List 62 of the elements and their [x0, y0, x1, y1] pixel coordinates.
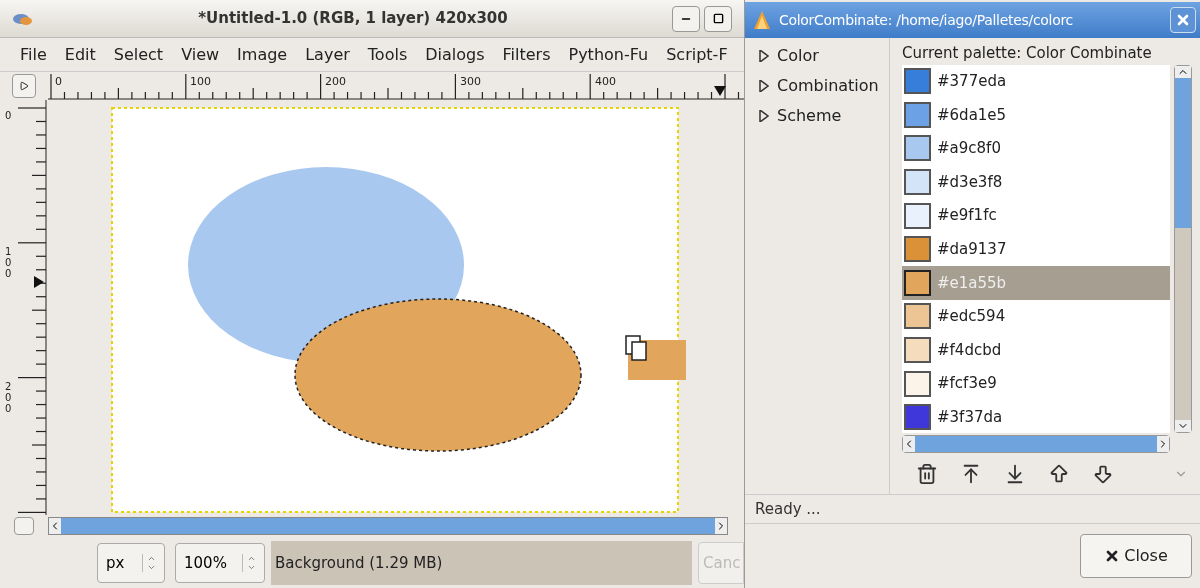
- menu-item[interactable]: View: [181, 42, 220, 67]
- unit-select[interactable]: px: [97, 543, 165, 583]
- maximize-icon[interactable]: [712, 13, 724, 24]
- swatch-row[interactable]: #6da1e5: [902, 98, 1170, 132]
- menu-item[interactable]: Layer: [305, 42, 350, 67]
- menu-item[interactable]: Image: [237, 42, 288, 67]
- palette-label: Current palette: Color Combinate: [902, 43, 1153, 64]
- navigate-button[interactable]: [12, 74, 36, 98]
- swatch-row[interactable]: #a9c8f0: [902, 131, 1170, 166]
- close-button[interactable]: [1170, 7, 1196, 33]
- menu-item[interactable]: Script-F: [666, 42, 728, 67]
- menu-item[interactable]: Python-Fu: [568, 42, 649, 67]
- ruler-marker-icon: [34, 276, 44, 288]
- spin-arrows-icon[interactable]: [142, 554, 156, 572]
- horizontal-scrollbar[interactable]: [902, 434, 1170, 454]
- swatch-row[interactable]: #e9f1fc: [902, 198, 1170, 233]
- collapsed-arrow-icon[interactable]: [759, 110, 769, 122]
- swatch-row[interactable]: #fcf3e9: [902, 366, 1170, 401]
- swatch-row[interactable]: #377eda: [902, 64, 1170, 99]
- tree-item[interactable]: Scheme: [759, 104, 889, 128]
- zoom-select[interactable]: 100%: [175, 543, 265, 583]
- window-title: *Untitled-1.0 (RGB, 1 layer) 420x300: [197, 8, 509, 30]
- delete-icon[interactable]: [916, 462, 938, 485]
- tree-item[interactable]: Color: [759, 44, 889, 68]
- menu-item[interactable]: Tools: [367, 42, 408, 67]
- ruler-label: 100: [190, 74, 211, 90]
- play-icon[interactable]: [19, 81, 29, 91]
- collapsed-arrow-icon[interactable]: [759, 80, 769, 92]
- menu-item[interactable]: Edit: [64, 42, 96, 67]
- tree-item[interactable]: Combination: [759, 74, 889, 98]
- spin-arrows-icon[interactable]: [242, 554, 256, 572]
- close-icon[interactable]: [1175, 12, 1191, 28]
- copy-cursor-icon: [625, 335, 647, 361]
- swatch-row[interactable]: #edc594: [902, 299, 1170, 334]
- swatch-row[interactable]: #3f37da: [902, 400, 1170, 433]
- close-button[interactable]: Close: [1080, 534, 1192, 578]
- minimize-button[interactable]: [672, 5, 700, 32]
- maximize-button[interactable]: [704, 5, 732, 32]
- swatch-row[interactable]: #d3e3f8: [902, 165, 1170, 199]
- quick-mask-toggle[interactable]: [14, 517, 34, 535]
- menu-item[interactable]: Filters: [502, 42, 551, 67]
- status-text: Ready ...: [755, 498, 821, 520]
- menu-item[interactable]: Dialogs: [425, 42, 485, 67]
- collapsed-arrow-icon[interactable]: [759, 50, 769, 62]
- move-up-icon[interactable]: [1048, 462, 1070, 485]
- ruler-label: 0: [5, 110, 13, 121]
- ruler-label: 300: [460, 74, 481, 90]
- layer-info: Background (1.29 MB): [271, 541, 692, 585]
- menu-item[interactable]: File: [20, 42, 47, 67]
- ruler-label: 200: [5, 381, 13, 414]
- ruler-label: 400: [595, 74, 616, 90]
- menu-item[interactable]: Select: [113, 42, 164, 67]
- horizontal-scrollbar[interactable]: [48, 517, 728, 535]
- swatch-row[interactable]: #da9137: [902, 232, 1170, 267]
- window-title: ColorCombinate: /home/iago/Palletes/colorc: [779, 10, 1074, 30]
- vertical-scrollbar[interactable]: [1174, 64, 1192, 433]
- ruler-label: 0: [55, 74, 62, 90]
- app-icon: [753, 10, 771, 30]
- ruler-marker-icon: [714, 86, 726, 96]
- swatch-row[interactable]: #f4dcbd: [902, 333, 1170, 367]
- ruler-label: 200: [325, 74, 346, 90]
- ruler-label: 100: [5, 246, 13, 279]
